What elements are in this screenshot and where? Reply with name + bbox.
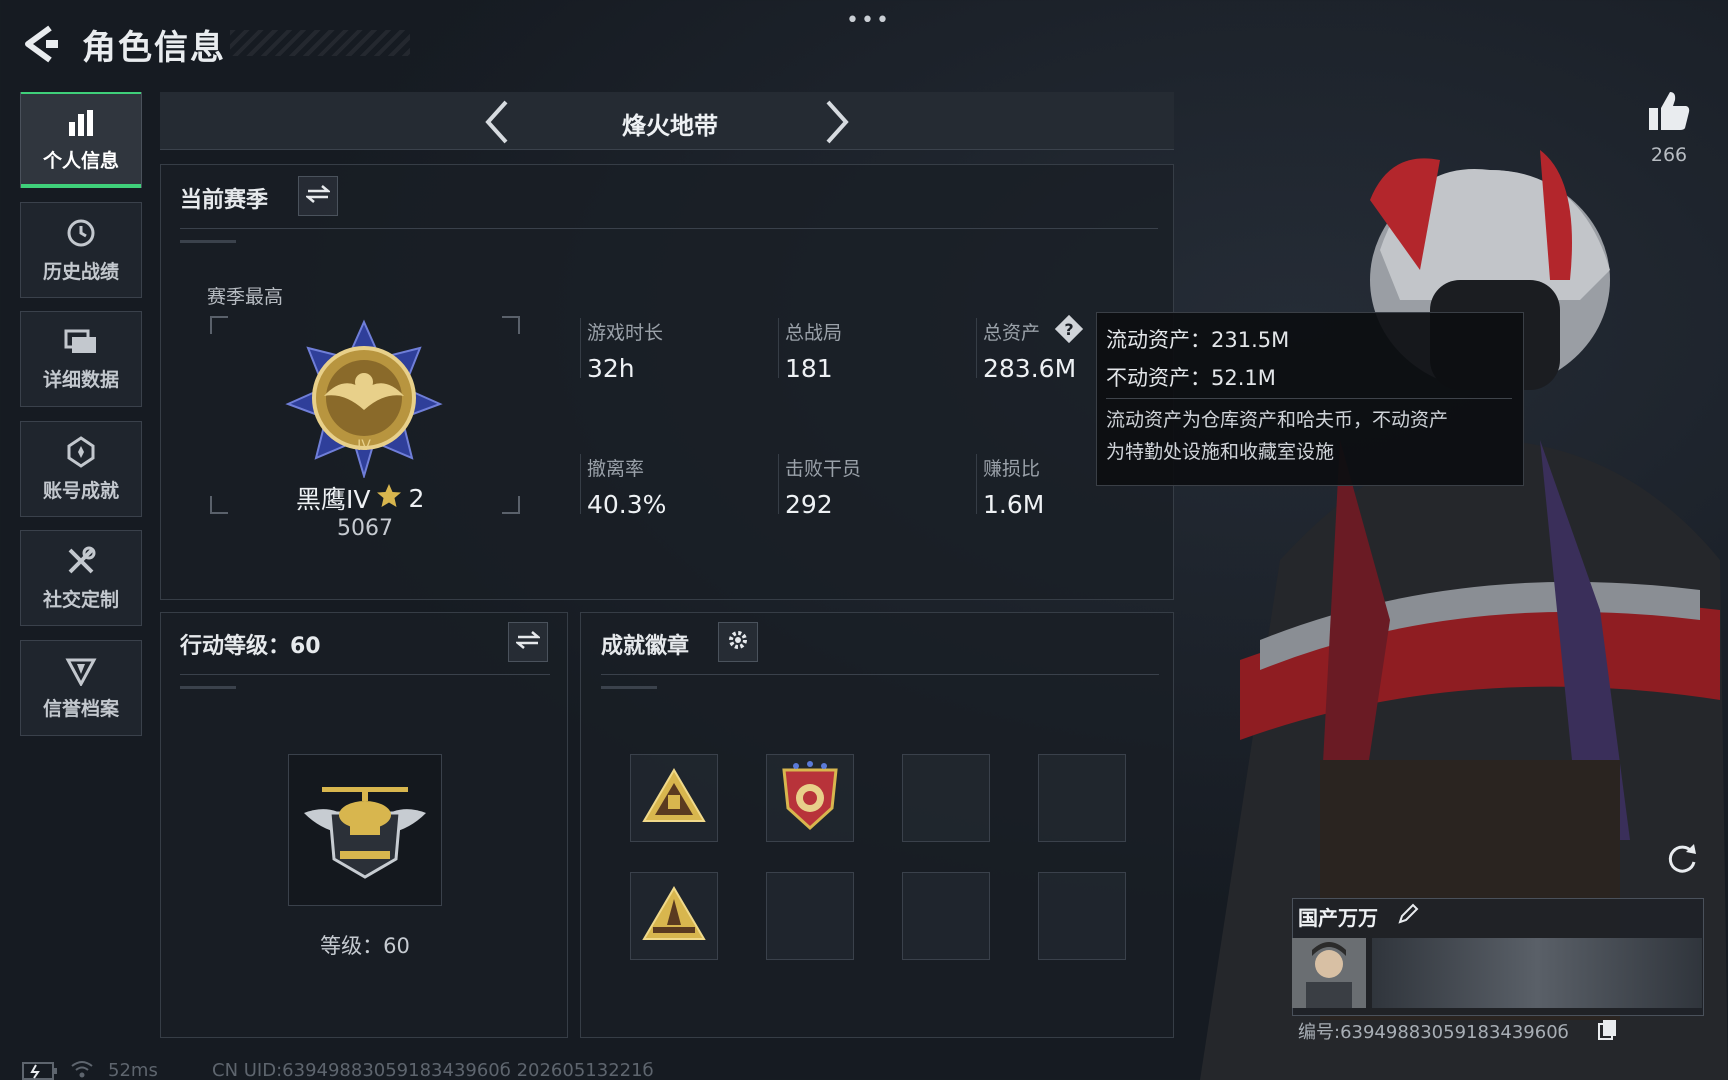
tooltip-description-line1: 流动资产为仓库资产和哈夫币，不动资产 — [1106, 409, 1449, 431]
tooltip-liquid-assets: 流动资产：231.5M — [1106, 328, 1290, 352]
decor-dash — [180, 240, 236, 243]
player-id: 编号:6394988305918343960б — [1298, 1022, 1569, 1043]
sidebar-item-label: 社交定制 — [42, 588, 119, 611]
edit-icon[interactable] — [1396, 902, 1420, 926]
level-emblem-frame — [288, 754, 442, 906]
gear-icon — [726, 628, 750, 656]
sidebar-item-label: 账号成就 — [42, 479, 119, 502]
tooltip-description-line2: 为特勤处设施和收藏室设施 — [1106, 441, 1335, 463]
stat-separator — [976, 454, 977, 514]
switch-season-button[interactable] — [298, 176, 338, 216]
achievement-settings-button[interactable] — [718, 622, 758, 662]
season-best-label: 赛季最高 — [207, 286, 284, 308]
more-icon[interactable]: ••• — [846, 8, 891, 33]
stat-separator — [580, 454, 581, 514]
achievements-title: 成就徽章 — [601, 634, 690, 659]
stat-value: 181 — [785, 354, 833, 383]
badge-slot[interactable] — [766, 754, 854, 842]
rank-stars: 2 — [408, 483, 425, 513]
title-decoration — [230, 30, 410, 56]
badge-slot-empty[interactable] — [902, 754, 990, 842]
badge-slot-empty[interactable] — [1038, 754, 1126, 842]
sidebar-item-label: 信誉档案 — [42, 697, 119, 720]
battery-icon — [22, 1060, 58, 1080]
rocket-badge-icon — [641, 885, 707, 947]
sidebar-item-personal-info[interactable]: 个人信息 — [20, 92, 142, 188]
thumbs-up-icon[interactable] — [1646, 88, 1692, 134]
sidebar-item-history[interactable]: 历史战绩 — [20, 202, 142, 298]
rank-score: 5067 — [337, 516, 393, 541]
page-title: 角色信息 — [82, 28, 226, 68]
badge-slot-empty[interactable] — [1038, 872, 1126, 960]
shield-icon — [65, 656, 97, 686]
achievements-divider — [601, 674, 1159, 675]
stat-value: 40.3% — [587, 490, 667, 519]
stat-value: 32h — [587, 354, 635, 383]
history-icon — [65, 217, 97, 249]
shield-badge-icon — [778, 760, 842, 836]
badge-slot-empty[interactable] — [902, 872, 990, 960]
stat-label: 游戏时长 — [587, 322, 664, 344]
badge-slot[interactable] — [630, 872, 718, 960]
sidebar-item-label: 历史战绩 — [42, 260, 119, 283]
star-icon — [376, 483, 402, 513]
back-arrow-icon[interactable] — [20, 22, 60, 66]
name-card-banner — [1372, 938, 1702, 1008]
tooltip-divider — [1106, 398, 1512, 399]
avatar[interactable] — [1292, 938, 1366, 1008]
season-title: 当前赛季 — [180, 188, 269, 213]
copy-icon[interactable] — [1598, 1018, 1618, 1040]
sidebar-item-credit[interactable]: 信誉档案 — [20, 640, 142, 736]
stat-label: 总战局 — [785, 322, 843, 344]
action-level-title: 行动等级：60 — [180, 634, 321, 659]
svg-text:IV: IV — [357, 438, 371, 454]
tools-icon — [65, 545, 97, 577]
rank-emblem-icon: IV — [284, 318, 444, 480]
sidebar-item-achievements[interactable]: 账号成就 — [20, 421, 142, 517]
stat-label: 赚损比 — [983, 458, 1041, 480]
rank-name: 黑鹰IV — [296, 485, 371, 514]
mode-title: 烽火地带 — [622, 112, 718, 140]
badge-slot[interactable] — [630, 754, 718, 842]
medal-icon — [66, 435, 96, 468]
swap-icon — [304, 184, 332, 208]
likes-count: 266 — [1650, 144, 1688, 166]
season-divider — [180, 228, 1158, 229]
level-text: 等级：60 — [320, 934, 410, 958]
svg-text:?: ? — [1064, 320, 1073, 339]
wifi-icon — [70, 1058, 94, 1080]
folder-icon — [64, 327, 98, 357]
help-icon[interactable]: ? — [1054, 314, 1084, 344]
level-divider — [180, 674, 550, 675]
sidebar-item-label: 个人信息 — [42, 149, 119, 172]
stat-separator — [580, 318, 581, 378]
stat-separator — [778, 318, 779, 378]
helicopter-emblem-icon — [300, 773, 430, 887]
bar-chart-icon — [66, 108, 96, 138]
stat-separator — [778, 454, 779, 514]
stat-value: 292 — [785, 490, 833, 519]
ping-text: 52ms — [108, 1060, 158, 1080]
rotate-icon[interactable] — [1664, 840, 1700, 876]
stat-label: 击败干员 — [785, 458, 862, 480]
decor-dash — [601, 686, 657, 689]
badge-slot-empty[interactable] — [766, 872, 854, 960]
player-name: 国产万万 — [1298, 906, 1378, 930]
tooltip-fixed-assets: 不动资产：52.1M — [1106, 366, 1276, 390]
swap-icon — [514, 630, 542, 654]
decor-dash — [180, 686, 236, 689]
chevron-right-icon[interactable] — [818, 98, 854, 146]
sidebar-item-details[interactable]: 详细数据 — [20, 311, 142, 407]
switch-level-button[interactable] — [508, 622, 548, 662]
stat-label: 撤离率 — [587, 458, 645, 480]
stat-label: 总资产 — [983, 322, 1041, 344]
stat-separator — [976, 318, 977, 378]
sidebar-item-label: 详细数据 — [42, 368, 119, 391]
sidebar-item-social[interactable]: 社交定制 — [20, 530, 142, 626]
stat-value: 1.6M — [983, 490, 1045, 519]
uid-text: CN UID:6394988305918343960б 20260513221б — [212, 1060, 654, 1080]
triangle-badge-icon — [641, 767, 707, 829]
rank-line: 黑鹰IV 2 — [296, 480, 424, 516]
stat-value: 283.6M — [983, 354, 1077, 383]
